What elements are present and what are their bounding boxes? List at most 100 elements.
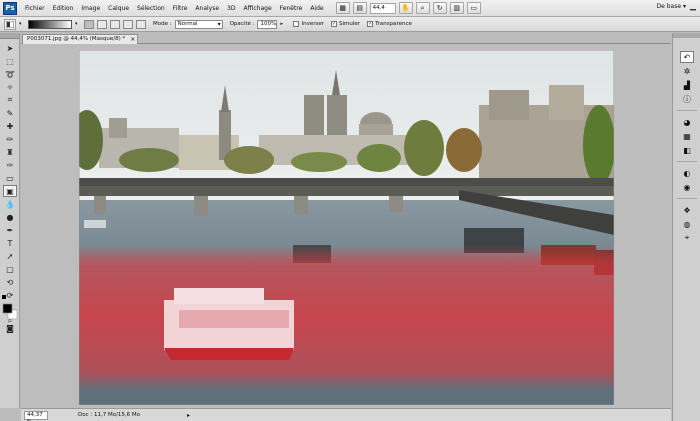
zoom-level-field[interactable]: 44,4	[369, 2, 396, 14]
dock-grip[interactable]	[673, 33, 700, 38]
workspace-label: De base	[656, 3, 682, 10]
close-icon[interactable]: ×	[130, 35, 135, 44]
channels-icon[interactable]: ◍	[680, 218, 694, 230]
document-tab[interactable]: P003071.jpg @ 44,4% (Masque/8) * ×	[22, 34, 139, 44]
menu-image[interactable]: Image	[77, 0, 104, 17]
reflected-gradient-button[interactable]	[123, 19, 133, 29]
dock-separator	[677, 198, 697, 199]
angle-gradient-button[interactable]	[110, 19, 120, 29]
type-icon[interactable]: T	[3, 237, 17, 249]
menu-3d[interactable]: 3D	[223, 0, 239, 17]
healing-brush-icon[interactable]: ✚	[3, 120, 17, 132]
color-icon[interactable]: ◕	[680, 116, 694, 128]
chevron-down-icon[interactable]: ▾	[19, 21, 25, 27]
rotate-icon: ↻	[436, 4, 443, 12]
transparency-option[interactable]: ✓ Transparence	[367, 21, 412, 27]
zoom-tool-button[interactable]: ⌕	[415, 2, 430, 14]
menu-fenetre[interactable]: Fenêtre	[276, 0, 307, 17]
adjustments-icon[interactable]: ◐	[680, 167, 694, 179]
quick-mask-overlay	[79, 245, 614, 390]
screen-mode-button[interactable]: ▭	[466, 2, 481, 14]
gradient-preview[interactable]	[28, 19, 72, 29]
brush-icon[interactable]: ✏	[3, 133, 17, 145]
hand-tool-button[interactable]: ✋	[398, 2, 413, 14]
crop-icon[interactable]: ⌗	[3, 94, 17, 106]
eyedropper-icon[interactable]: ✎	[3, 107, 17, 119]
arrange-icon: ▥	[453, 4, 460, 12]
info-icon[interactable]: ⓘ	[680, 93, 694, 105]
menu-filtre[interactable]: Filtre	[169, 0, 192, 17]
opacity-slider-arrow-icon[interactable]: ▸	[280, 21, 286, 27]
document-image[interactable]	[79, 50, 614, 405]
3d-rotate-icon[interactable]: ⟲	[3, 276, 17, 288]
diamond-gradient-button[interactable]	[136, 19, 146, 29]
reverse-option[interactable]: Inverser	[293, 21, 324, 27]
workspace-switcher[interactable]: De base ▾	[657, 3, 686, 10]
layers-icon[interactable]: ❖	[680, 204, 694, 216]
menu-analyse[interactable]: Analyse	[191, 0, 223, 17]
status-menu-arrow-icon[interactable]: ▸	[187, 412, 190, 419]
reverse-checkbox[interactable]	[293, 21, 300, 27]
bridge-button[interactable]: ▦	[335, 2, 350, 14]
menu-aide[interactable]: Aide	[306, 0, 327, 17]
pen-icon[interactable]: ✒	[3, 224, 17, 236]
navigator-icon[interactable]: ✲	[680, 65, 694, 77]
menu-selection[interactable]: Sélection	[133, 0, 169, 17]
screen-mode-icon: ▭	[470, 4, 477, 12]
menu-fichier[interactable]: Fichier	[21, 0, 49, 17]
history-icon[interactable]: ↶	[680, 51, 694, 63]
opacity-input[interactable]: 100%	[257, 19, 278, 29]
tool-preset-picker[interactable]	[4, 18, 16, 30]
rotate-view-button[interactable]: ↻	[432, 2, 447, 14]
dither-label: Simuler	[339, 21, 361, 27]
menu-edition[interactable]: Edition	[49, 0, 78, 17]
styles-icon[interactable]: ◧	[680, 144, 694, 156]
move-icon[interactable]: ➤	[3, 42, 17, 54]
arrange-documents-button[interactable]: ▥	[449, 2, 464, 14]
dodge-icon[interactable]: ●	[3, 211, 17, 223]
menu-calque[interactable]: Calque	[104, 0, 133, 17]
grid-icon: ▤	[356, 4, 363, 12]
masks-icon[interactable]: ◉	[680, 181, 694, 193]
menu-bar: Ps Fichier Edition Image Calque Sélectio…	[0, 0, 700, 17]
transparency-label: Transparence	[375, 21, 412, 27]
quick-mask-icon[interactable]: ◙	[3, 322, 17, 334]
document-size-info: Doc : 11,7 Mo/15,6 Mo	[78, 412, 141, 418]
eraser-icon[interactable]: ▭	[3, 172, 17, 184]
blur-icon[interactable]: 💧	[3, 198, 17, 210]
status-bar: 44,37 % Doc : 11,7 Mo/15,6 Mo ▸	[21, 408, 671, 421]
lasso-icon[interactable]: ➰	[3, 68, 17, 80]
gradient-picker-arrow-icon[interactable]: ▾	[75, 21, 81, 27]
mode-select[interactable]: Normal	[174, 19, 223, 29]
histogram-icon[interactable]: ▟	[680, 79, 694, 91]
gradient-icon[interactable]: ▣	[3, 185, 17, 197]
shape-icon[interactable]: ▢	[3, 263, 17, 275]
toolbox-grip[interactable]	[0, 33, 19, 39]
chevron-down-icon: ▾	[682, 3, 686, 10]
paths-icon[interactable]: ⌖	[680, 232, 694, 244]
status-zoom-field[interactable]: 44,37 %	[24, 410, 48, 421]
panel-dock: ↶ ✲ ▟ ⓘ ◕ ▦ ◧ ◐ ◉ ❖ ◍ ⌖	[672, 33, 700, 421]
linear-gradient-button[interactable]	[84, 19, 94, 29]
dither-option[interactable]: ✓ Simuler	[331, 21, 360, 27]
extras-button[interactable]: ▤	[352, 2, 367, 14]
gradient-tool-icon	[6, 20, 14, 28]
minimize-icon[interactable]	[690, 4, 696, 12]
swatches-icon[interactable]: ▦	[680, 130, 694, 142]
transparency-checkbox[interactable]: ✓	[367, 21, 374, 27]
magic-wand-icon[interactable]: ✧	[3, 81, 17, 93]
canvas-area[interactable]	[21, 44, 671, 408]
reverse-label: Inverser	[301, 21, 325, 27]
path-selection-icon[interactable]: ➚	[3, 250, 17, 262]
dither-checkbox[interactable]: ✓	[331, 21, 338, 27]
menu-affichage[interactable]: Affichage	[239, 0, 275, 17]
clone-stamp-icon[interactable]: ♜	[3, 146, 17, 158]
color-swatches[interactable]	[2, 295, 18, 321]
opacity-label: Opacité :	[229, 21, 255, 27]
radial-gradient-button[interactable]	[97, 19, 107, 29]
mode-label: Mode :	[153, 21, 172, 27]
magnifier-icon: ⌕	[420, 3, 425, 12]
options-bar: ▾ ▾ Mode : Normal Opacité : 100% ▸ Inver…	[0, 17, 700, 32]
history-brush-icon[interactable]: ✑	[3, 159, 17, 171]
marquee-icon[interactable]: ⬚	[3, 55, 17, 67]
